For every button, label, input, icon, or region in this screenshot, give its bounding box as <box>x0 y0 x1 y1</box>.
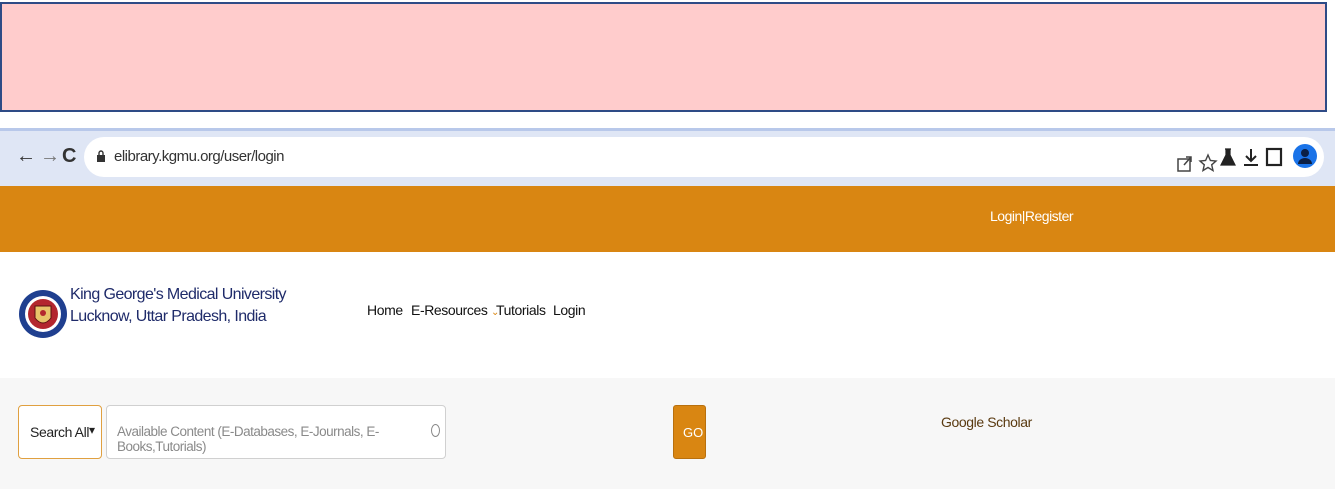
lock-icon <box>97 150 105 162</box>
menu-eresources-label: E-Resources <box>411 302 488 318</box>
menu-tutorials[interactable]: Tutorials <box>496 302 546 318</box>
top-nav-bar: Login|Register <box>0 186 1335 252</box>
search-icon <box>431 424 440 437</box>
search-scope-select[interactable]: Search All ▾ <box>18 405 102 459</box>
url-text: elibrary.kgmu.org/user/login <box>114 148 284 165</box>
search-placeholder: Available Content (E-Databases, E-Journa… <box>117 424 379 454</box>
menu-home[interactable]: Home <box>367 302 403 318</box>
university-location-line2: Lucknow, Uttar Pradesh, India <box>70 308 267 325</box>
sidepanel-icon[interactable] <box>1263 146 1285 168</box>
profile-icon[interactable] <box>1292 143 1318 169</box>
chevron-down-icon: ▾ <box>89 423 96 437</box>
star-icon[interactable] <box>1197 152 1219 174</box>
go-button-label: GO <box>683 425 704 440</box>
menu-login[interactable]: Login <box>553 302 586 318</box>
login-register-link[interactable]: Login|Register <box>990 208 1074 224</box>
menu-eresources[interactable]: E-Resources ⌄ <box>411 302 499 318</box>
go-button[interactable]: GO <box>673 405 706 459</box>
university-logo[interactable] <box>18 262 68 366</box>
search-section: Search All ▾ Available Content (E-Databa… <box>0 378 1335 489</box>
browser-toolbar: ← → C elibrary.kgmu.org/user/login <box>0 128 1335 186</box>
university-name: King George's Medical University Lucknow… <box>70 284 287 328</box>
search-input[interactable]: Available Content (E-Databases, E-Journa… <box>106 405 446 459</box>
forward-arrow-icon[interactable]: → <box>40 144 60 168</box>
university-name-line1: King George's Medical University <box>70 286 287 303</box>
top-banner <box>0 2 1327 112</box>
back-arrow-icon[interactable]: ← <box>16 144 36 168</box>
site-header: King George's Medical University Lucknow… <box>0 252 1335 378</box>
lab-flask-icon[interactable] <box>1217 146 1239 168</box>
address-bar[interactable]: elibrary.kgmu.org/user/login <box>84 137 1324 177</box>
share-icon[interactable] <box>1174 152 1196 174</box>
google-scholar-link[interactable]: Google Scholar <box>941 414 1032 430</box>
search-scope-label: Search All <box>30 424 90 440</box>
reload-icon[interactable]: C <box>62 144 76 168</box>
download-icon[interactable] <box>1240 146 1262 168</box>
